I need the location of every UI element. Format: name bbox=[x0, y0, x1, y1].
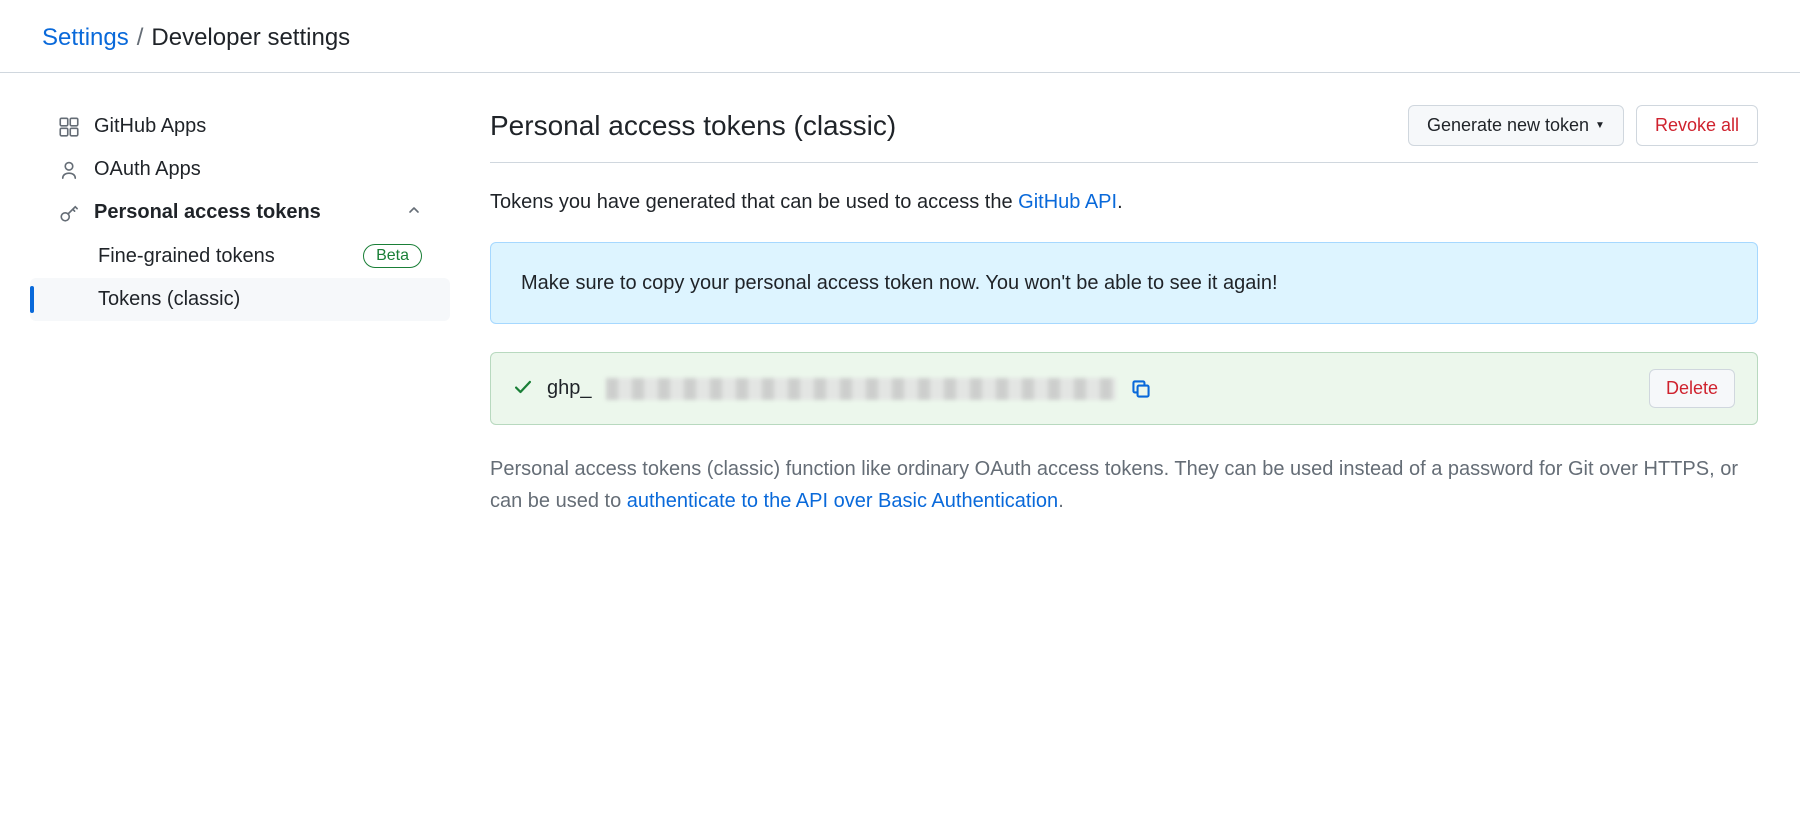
delete-token-button[interactable]: Delete bbox=[1649, 369, 1735, 408]
sidebar-subitem-fine-grained[interactable]: Fine-grained tokens Beta bbox=[30, 234, 450, 278]
intro-suffix: . bbox=[1117, 191, 1123, 213]
button-label: Generate new token bbox=[1427, 115, 1589, 136]
sidebar-subitem-tokens-classic[interactable]: Tokens (classic) bbox=[30, 278, 450, 321]
copy-icon[interactable] bbox=[1130, 378, 1152, 400]
beta-badge: Beta bbox=[363, 244, 422, 268]
sidebar-item-personal-access-tokens[interactable]: Personal access tokens bbox=[30, 191, 450, 234]
generate-new-token-button[interactable]: Generate new token ▼ bbox=[1408, 105, 1624, 146]
token-prefix: ghp_ bbox=[547, 377, 592, 400]
sidebar-subitem-label: Fine-grained tokens bbox=[98, 245, 275, 268]
main-header: Personal access tokens (classic) Generat… bbox=[490, 105, 1758, 163]
sidebar-item-label: OAuth Apps bbox=[94, 158, 201, 181]
breadcrumb-root-link[interactable]: Settings bbox=[42, 24, 129, 52]
page-title: Personal access tokens (classic) bbox=[490, 110, 896, 142]
copy-token-warning: Make sure to copy your personal access t… bbox=[490, 242, 1758, 324]
breadcrumb-current: Developer settings bbox=[151, 24, 350, 52]
main-content: Personal access tokens (classic) Generat… bbox=[490, 105, 1758, 517]
github-api-link[interactable]: GitHub API bbox=[1018, 191, 1117, 213]
basic-auth-link[interactable]: authenticate to the API over Basic Authe… bbox=[627, 490, 1058, 512]
token-row: ghp_ Delete bbox=[490, 352, 1758, 425]
breadcrumb: Settings / Developer settings bbox=[42, 24, 1800, 52]
sidebar-item-label: GitHub Apps bbox=[94, 115, 206, 138]
caret-down-icon: ▼ bbox=[1595, 120, 1605, 131]
intro-prefix: Tokens you have generated that can be us… bbox=[490, 191, 1018, 213]
page-header: Settings / Developer settings bbox=[0, 0, 1800, 73]
breadcrumb-separator: / bbox=[137, 24, 144, 52]
sidebar-item-label: Personal access tokens bbox=[94, 201, 321, 224]
sidebar-item-oauth-apps[interactable]: OAuth Apps bbox=[30, 148, 450, 191]
token-value-obscured bbox=[606, 378, 1116, 400]
intro-text: Tokens you have generated that can be us… bbox=[490, 163, 1758, 242]
action-buttons: Generate new token ▼ Revoke all bbox=[1408, 105, 1758, 146]
chevron-up-icon bbox=[406, 201, 422, 224]
key-icon bbox=[58, 202, 80, 224]
revoke-all-button[interactable]: Revoke all bbox=[1636, 105, 1758, 146]
person-icon bbox=[58, 159, 80, 181]
sidebar-item-github-apps[interactable]: GitHub Apps bbox=[30, 105, 450, 148]
footer-text: Personal access tokens (classic) functio… bbox=[490, 425, 1758, 517]
sidebar-subitem-label: Tokens (classic) bbox=[98, 288, 240, 311]
footer-suffix: . bbox=[1058, 490, 1064, 512]
apps-icon bbox=[58, 116, 80, 138]
check-icon bbox=[513, 377, 533, 400]
sidebar-nav: GitHub Apps OAuth Apps Personal access t… bbox=[30, 105, 450, 517]
